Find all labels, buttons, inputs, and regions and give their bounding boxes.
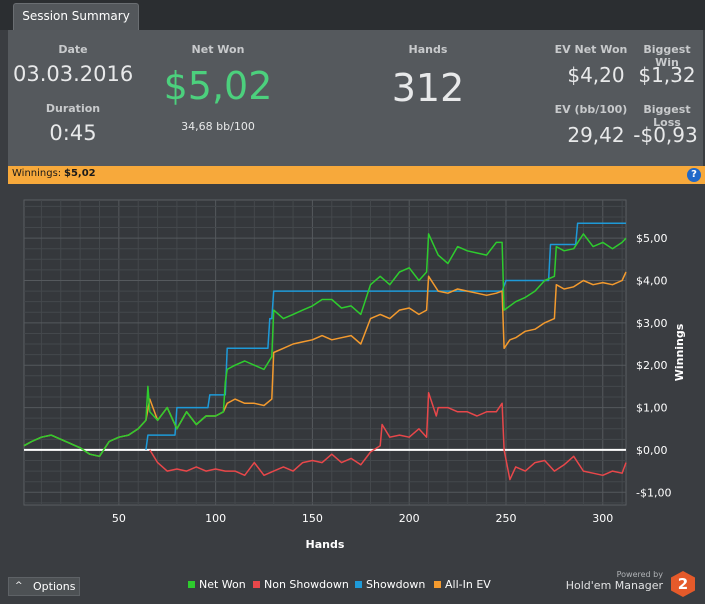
legend-label: Non Showdown xyxy=(264,578,349,591)
date-label: Date xyxy=(58,43,88,56)
net-won-label: Net Won xyxy=(191,43,245,56)
duration-value: 0:45 xyxy=(49,121,97,145)
duration-label: Duration xyxy=(45,102,101,115)
winnings-chart-svg: 50 100 150 200 250 300 -$1,00 $0,00 $1,00 $2,00 $3… xyxy=(23,199,686,551)
help-icon[interactable]: ? xyxy=(687,168,701,182)
winnings-chart: 50 100 150 200 250 300 -$1,00 $0,00 $1,00 $2,00 $3… xyxy=(8,184,705,604)
date-value: 03.03.2016 xyxy=(13,62,134,86)
x-tick-label: 150 xyxy=(302,512,323,525)
chevron-up-icon: ^ xyxy=(15,581,23,591)
ev-bb100-label: EV (bb/100) xyxy=(554,103,628,116)
powered-by-text: Powered by xyxy=(616,570,663,579)
y-tick-label: $5,00 xyxy=(636,232,668,245)
winnings-bar-label: Winnings: xyxy=(12,168,62,179)
biggest-win-value: $1,32 xyxy=(638,63,696,87)
branding: Powered by Hold'em Manager 2 xyxy=(566,570,695,600)
summary-panel: Date 03.03.2016 Duration 0:45 Net Won $5… xyxy=(8,30,703,166)
winnings-bar-value: $5,02 xyxy=(64,168,96,179)
legend-swatch xyxy=(355,581,362,588)
session-summary-window: Session Summary Date 03.03.2016 Duration… xyxy=(0,0,705,604)
product-name: Hold'em Manager xyxy=(565,579,663,592)
hands-value: 312 xyxy=(391,66,465,110)
options-button[interactable]: ^ Options xyxy=(8,577,80,596)
y-tick-label: $0,00 xyxy=(636,444,668,457)
ev-net-won-value: $4,20 xyxy=(567,63,625,87)
x-tick-label: 300 xyxy=(592,512,613,525)
tab-bar: Session Summary xyxy=(0,0,705,30)
legend-swatch xyxy=(188,581,195,588)
biggest-loss-value: -$0,93 xyxy=(633,123,698,147)
hands-label: Hands xyxy=(408,43,448,56)
y-tick-label: $1,00 xyxy=(636,402,668,415)
y-tick-label: $3,00 xyxy=(636,317,668,330)
x-tick-label: 250 xyxy=(495,512,516,525)
ev-net-won-label: EV Net Won xyxy=(554,43,628,56)
hem2-logo-icon: 2 xyxy=(671,571,695,597)
legend-label: All-In EV xyxy=(445,578,491,591)
tab-session-summary[interactable]: Session Summary xyxy=(13,3,139,30)
legend-label: Net Won xyxy=(199,578,246,591)
y-tick-label: $4,00 xyxy=(636,274,668,287)
ev-bb100-value: 29,42 xyxy=(567,123,625,147)
y-tick-label: -$1,00 xyxy=(636,486,671,499)
x-tick-label: 100 xyxy=(205,512,226,525)
net-won-value: $5,02 xyxy=(163,64,273,108)
legend-swatch xyxy=(253,581,260,588)
legend-label: Showdown xyxy=(366,578,426,591)
bb100-value: 34,68 bb/100 xyxy=(181,120,255,133)
winnings-bar: Winnings: $5,02 ? xyxy=(8,166,705,184)
options-button-label: Options xyxy=(33,580,76,593)
y-axis-label: Winnings xyxy=(673,323,686,381)
x-tick-label: 50 xyxy=(112,512,126,525)
y-tick-label: $2,00 xyxy=(636,359,668,372)
x-tick-label: 200 xyxy=(399,512,420,525)
legend-swatch xyxy=(434,581,441,588)
x-axis-label: Hands xyxy=(306,538,345,551)
